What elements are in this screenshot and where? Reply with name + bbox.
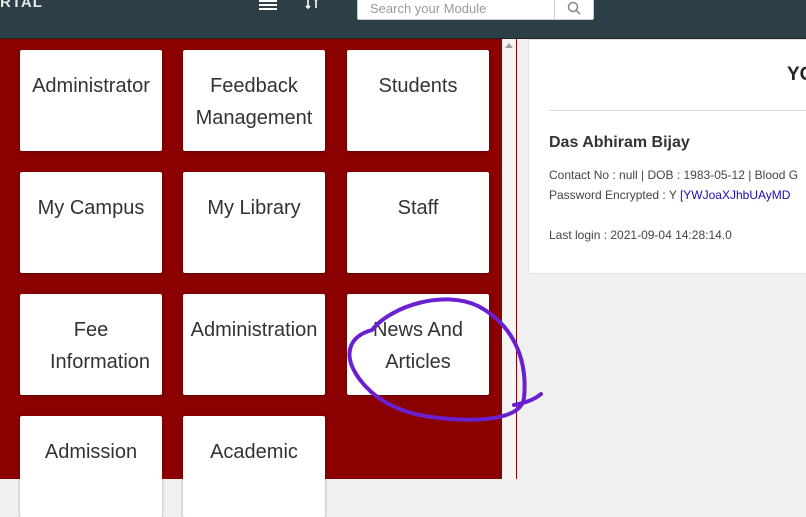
password-info: Password Encrypted : Y [YWJoaXJhbUAyMD	[549, 188, 790, 202]
top-navbar: RTAL	[0, 0, 806, 39]
module-tile-students[interactable]: Students	[347, 50, 489, 151]
password-label: Password Encrypted : Y	[549, 188, 677, 202]
search-icon	[567, 1, 581, 15]
card-heading: YO	[787, 64, 806, 85]
card-divider	[549, 110, 806, 111]
brand-title: RTAL	[0, 0, 43, 11]
scroll-up-icon[interactable]	[505, 43, 513, 48]
module-tile-administrator[interactable]: Administrator	[20, 50, 162, 151]
module-tile-my-campus[interactable]: My Campus	[20, 172, 162, 273]
user-name: Das Abhiram Bijay	[549, 134, 690, 151]
menu-icon[interactable]	[259, 0, 277, 10]
module-tile-feedback-management[interactable]: Feedback Management	[183, 50, 325, 151]
switch-icon[interactable]	[305, 0, 321, 10]
module-tile-news-and-articles[interactable]: News And Articles	[347, 294, 489, 395]
profile-card: YO Das Abhiram Bijay Contact No : null |…	[528, 39, 806, 274]
password-hash-link[interactable]: [YWJoaXJhbUAyMD	[680, 188, 790, 202]
search-button[interactable]	[554, 0, 593, 19]
module-tile-admission[interactable]: Admission	[20, 416, 162, 517]
module-tile-staff[interactable]: Staff	[347, 172, 489, 273]
module-tile-administration[interactable]: Administration	[183, 294, 325, 395]
scrollbar[interactable]	[502, 39, 517, 479]
module-panel: Administrator Feedback Management Studen…	[0, 39, 502, 517]
search-input[interactable]	[358, 0, 556, 19]
module-tile-fee-information[interactable]: Fee Information	[20, 294, 162, 395]
module-tile-my-library[interactable]: My Library	[183, 172, 325, 273]
module-tile-academic[interactable]: Academic	[183, 416, 325, 517]
last-login: Last login : 2021-09-04 14:28:14.0	[549, 228, 732, 242]
contact-info: Contact No : null | DOB : 1983-05-12 | B…	[549, 168, 799, 182]
search-box	[357, 0, 594, 20]
